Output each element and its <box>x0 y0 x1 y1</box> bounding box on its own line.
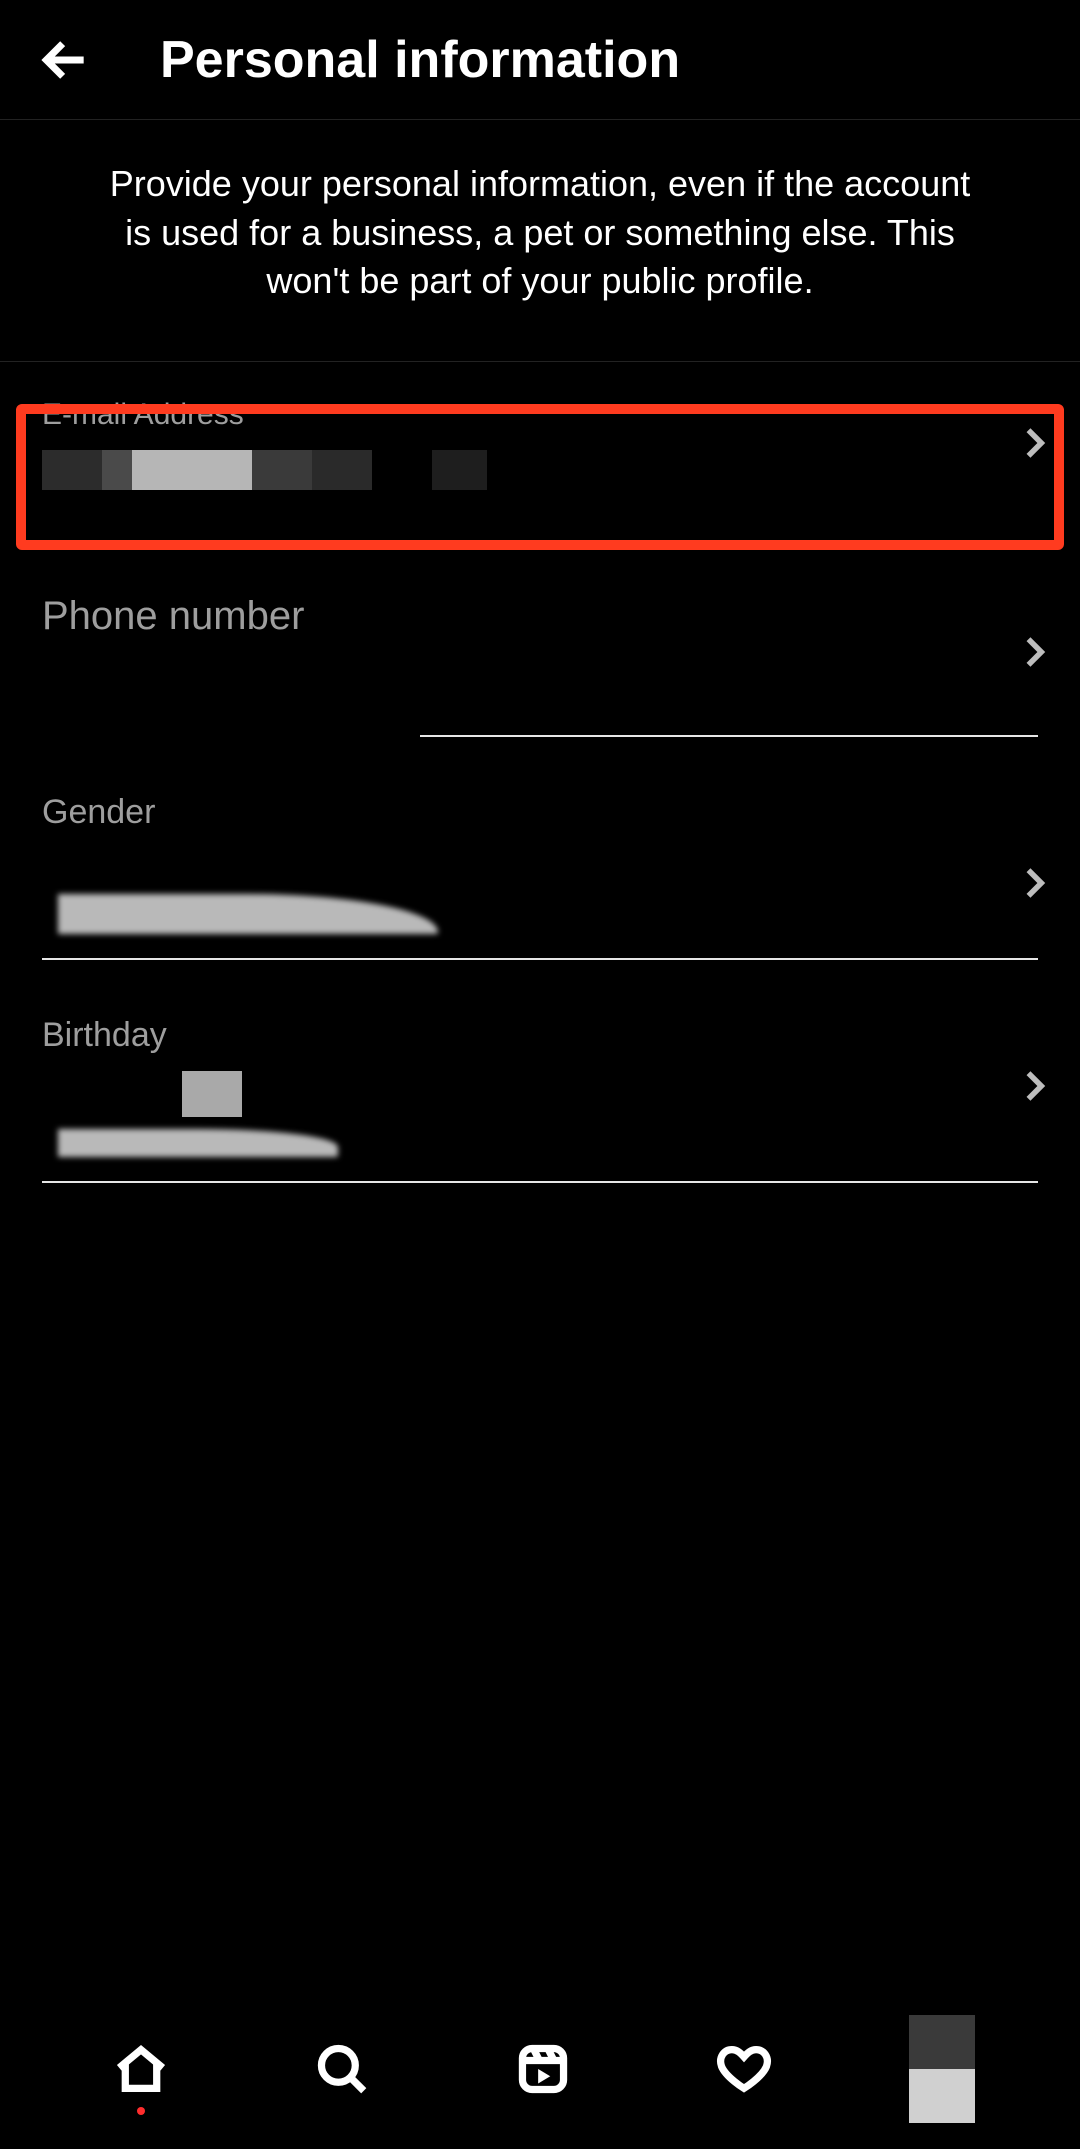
chevron-right-icon <box>1012 421 1056 465</box>
nav-activity[interactable] <box>708 2033 780 2105</box>
profile-avatar <box>909 2015 975 2123</box>
row-birthday-value <box>42 1063 1038 1153</box>
nav-profile[interactable] <box>909 2015 975 2123</box>
redacted-gender <box>58 894 438 934</box>
nav-home[interactable] <box>105 2033 177 2105</box>
nav-home-indicator <box>137 2107 145 2115</box>
bottom-nav <box>0 1989 1080 2149</box>
nav-reels[interactable] <box>507 2033 579 2105</box>
nav-search[interactable] <box>306 2033 378 2105</box>
row-birthday[interactable]: Birthday <box>0 990 1080 1183</box>
row-email[interactable]: E-mail Address <box>0 368 1080 518</box>
settings-list: E-mail Address Phone number <box>0 362 1080 2149</box>
row-phone-value <box>42 647 1038 717</box>
row-gender-underline <box>42 958 1038 960</box>
row-phone[interactable]: Phone number <box>0 568 1080 737</box>
chevron-right-icon <box>1012 630 1056 674</box>
search-icon <box>313 2040 371 2098</box>
back-button[interactable] <box>30 25 100 95</box>
header: Personal information <box>0 0 1080 120</box>
redacted-birthday-2 <box>58 1129 338 1157</box>
redacted-email <box>42 450 487 490</box>
chevron-right-icon <box>1012 861 1056 905</box>
row-phone-underline <box>420 735 1038 737</box>
row-gender-value <box>42 840 1038 930</box>
home-icon <box>112 2040 170 2098</box>
chevron-right-icon <box>1012 1064 1056 1108</box>
heart-icon <box>715 2040 773 2098</box>
redacted-birthday <box>182 1071 242 1117</box>
reels-icon <box>514 2040 572 2098</box>
row-birthday-underline <box>42 1181 1038 1183</box>
page-title: Personal information <box>100 30 1050 90</box>
row-email-value <box>42 440 1038 488</box>
arrow-left-icon <box>37 32 93 88</box>
description-text: Provide your personal information, even … <box>100 160 980 306</box>
row-gender[interactable]: Gender <box>0 767 1080 960</box>
description-block: Provide your personal information, even … <box>0 120 1080 362</box>
